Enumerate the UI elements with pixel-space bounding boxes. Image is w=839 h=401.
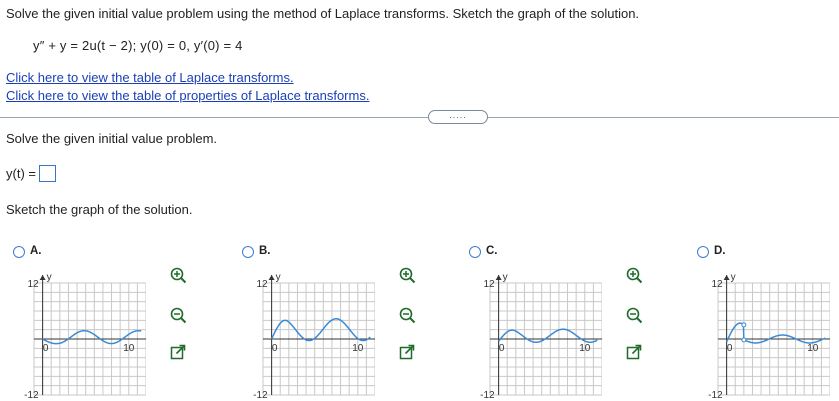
problem-instruction: Solve the given initial value problem us… [6, 6, 640, 21]
y-tick-min-label: -12 [253, 390, 268, 400]
answer-row: y(t) = [6, 165, 56, 182]
open-new-window-icon[interactable] [398, 343, 416, 361]
x-tick-origin-label: 0 [499, 343, 505, 354]
zoom-out-icon[interactable] [398, 306, 416, 324]
divider-right [488, 117, 839, 118]
x-tick-origin-label: 0 [272, 343, 278, 354]
x-tick-end-label: 10 [579, 343, 591, 354]
zoom-out-icon[interactable] [169, 306, 187, 324]
zoom-out-icon[interactable] [625, 306, 643, 324]
option-b-radio[interactable] [242, 246, 254, 258]
option-b-graph: yt12-12010 [253, 272, 375, 400]
option-d-graph: yt12-12010 [708, 272, 830, 400]
y-tick-max-label: 12 [256, 279, 268, 290]
option-a-radio[interactable] [13, 246, 25, 258]
open-new-window-icon[interactable] [169, 343, 187, 361]
laplace-properties-table-link[interactable]: Click here to view the table of properti… [6, 88, 369, 103]
zoom-in-icon[interactable] [169, 266, 187, 284]
option-a-label: A. [30, 245, 42, 257]
y-axis-arrow [39, 275, 46, 280]
open-point-marker [741, 337, 747, 343]
y-tick-min-label: -12 [708, 390, 723, 400]
option-a-graph: yt12-12010 [24, 272, 146, 400]
x-tick-end-label: 10 [807, 343, 819, 354]
x-tick-origin-label: 0 [43, 343, 49, 354]
y-axis-label: y [276, 272, 281, 283]
option-d-label: D. [714, 245, 726, 257]
y-tick-max-label: 12 [27, 279, 39, 290]
divider-left [0, 117, 428, 118]
y-axis-label: y [731, 272, 736, 283]
option-d-radio[interactable] [697, 246, 709, 258]
option-a-solution-curve [42, 329, 142, 345]
y-axis-arrow [723, 275, 730, 280]
x-tick-origin-label: 0 [727, 343, 733, 354]
problem-equation: y″ + y = 2u(t − 2); y(0) = 0, y′(0) = 4 [33, 38, 243, 53]
expand-more-button[interactable]: ..... [428, 110, 488, 124]
zoom-in-icon[interactable] [625, 266, 643, 284]
option-b-label: B. [259, 245, 271, 257]
zoom-in-icon[interactable] [398, 266, 416, 284]
x-tick-end-label: 10 [352, 343, 364, 354]
sketch-prompt: Sketch the graph of the solution. [6, 202, 193, 217]
option-c-solution-curve [498, 328, 598, 344]
option-c-radio[interactable] [469, 246, 481, 258]
answer-input[interactable] [38, 165, 56, 182]
y-axis-label: y [503, 272, 508, 283]
y-axis-label: y [47, 272, 52, 283]
y-tick-min-label: -12 [480, 390, 495, 400]
solve-prompt: Solve the given initial value problem. [6, 131, 218, 146]
y-axis-arrow [495, 275, 502, 280]
y-tick-min-label: -12 [24, 390, 39, 400]
y-tick-max-label: 12 [711, 279, 723, 290]
option-c-label: C. [486, 245, 498, 257]
open-new-window-icon[interactable] [625, 343, 643, 361]
option-c-graph: yt12-12010 [480, 272, 602, 400]
open-point-marker [741, 322, 747, 328]
y-axis-arrow [268, 275, 275, 280]
y-tick-max-label: 12 [483, 279, 495, 290]
x-tick-end-label: 10 [123, 343, 135, 354]
answer-label: y(t) = [6, 166, 36, 181]
laplace-transforms-table-link[interactable]: Click here to view the table of Laplace … [6, 70, 294, 85]
